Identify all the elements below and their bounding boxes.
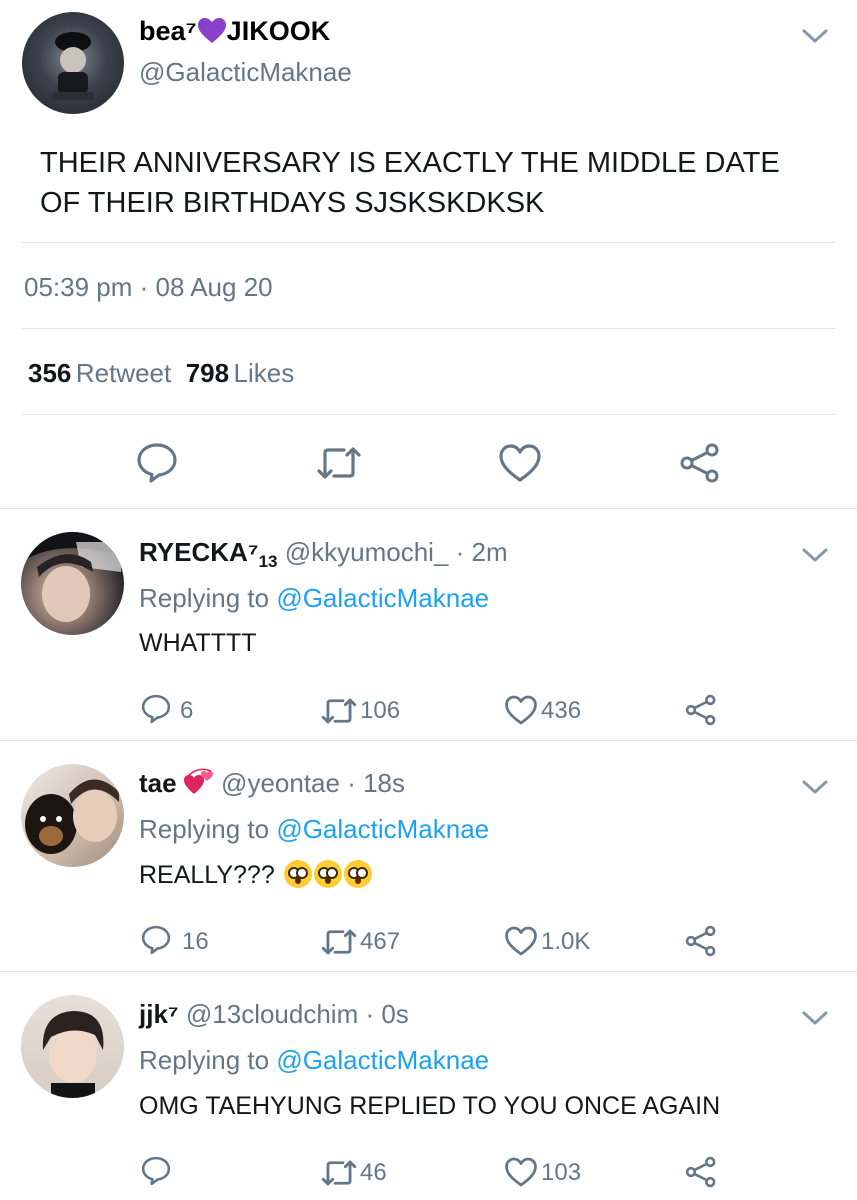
chevron-down-icon[interactable] <box>801 546 829 564</box>
like-count: 436 <box>541 697 582 724</box>
tweet-timestamp: 05:39 pm · 08 Aug 20 <box>24 272 273 302</box>
share-icon[interactable] <box>678 441 722 485</box>
reply-header: jjk⁷ @13cloudchim · 0s <box>139 999 409 1030</box>
reply-author-name-sub: 13 <box>258 552 278 572</box>
reply-count: 16 <box>182 928 209 955</box>
replying-to-handle-link[interactable]: @GalacticMaknae <box>276 1045 489 1075</box>
reply-handle-time[interactable]: @yeontae · 18s <box>221 768 405 798</box>
author-name-suffix: JIKOOK <box>226 16 331 46</box>
chevron-down-icon[interactable] <box>801 1009 829 1027</box>
like-icon[interactable] <box>504 1156 538 1188</box>
reply-text: OMG TAEHYUNG REPLIED TO YOU ONCE AGAIN <box>139 1092 721 1120</box>
retweet-icon[interactable] <box>320 1158 358 1188</box>
like-icon[interactable] <box>498 442 542 484</box>
reply-text: REALLY??? <box>139 860 372 890</box>
purple-heart-emoji <box>197 18 226 44</box>
chevron-down-icon[interactable] <box>801 778 829 796</box>
reply-text-content: REALLY??? <box>139 861 275 889</box>
tweet-text-line1: THEIR ANNIVERSARY IS EXACTLY THE MIDDLE … <box>40 147 780 179</box>
share-icon[interactable] <box>684 1155 718 1189</box>
author-name[interactable]: bea⁷ JIKOOK <box>139 16 330 47</box>
reply-text: WHATTTT <box>139 629 257 657</box>
reply-avatar[interactable] <box>21 995 124 1098</box>
revolving-hearts-emoji <box>183 768 214 796</box>
reply-icon[interactable] <box>135 442 179 484</box>
astonished-face-emoji <box>283 860 312 888</box>
replying-to: Replying to @GalacticMaknae <box>139 583 489 614</box>
reply-handle-time[interactable]: @kkyumochi_ · 2m <box>285 537 508 567</box>
reply-count: 6 <box>180 697 194 724</box>
astonished-face-emoji <box>313 860 342 888</box>
like-count[interactable]: 798 <box>186 358 229 388</box>
retweet-icon[interactable] <box>320 696 358 726</box>
reply-avatar[interactable] <box>21 764 124 867</box>
tweet-text-line2: OF THEIR BIRTHDAYS SJSKSKDKSK <box>40 187 545 219</box>
retweet-count[interactable]: 356 <box>28 358 71 388</box>
retweet-count: 46 <box>360 1159 387 1186</box>
retweet-icon[interactable] <box>320 927 358 957</box>
reply-handle-time[interactable]: @13cloudchim · 0s <box>186 999 409 1029</box>
reply-header: RYECKA⁷13 @kkyumochi_ · 2m <box>139 537 508 572</box>
share-icon[interactable] <box>684 924 718 958</box>
replying-to-handle-link[interactable]: @GalacticMaknae <box>276 814 489 844</box>
retweet-label[interactable]: Retweet <box>76 358 171 388</box>
reply-icon[interactable] <box>140 925 172 955</box>
reply-author-name[interactable]: jjk⁷ <box>139 999 179 1029</box>
divider <box>22 414 835 415</box>
tweet-text: THEIR ANNIVERSARY IS EXACTLY THE MIDDLE … <box>40 143 780 223</box>
replying-to-prefix: Replying to <box>139 814 270 844</box>
like-count: 103 <box>541 1159 582 1186</box>
replying-to-prefix: Replying to <box>139 1045 270 1075</box>
divider <box>22 328 835 329</box>
replying-to-handle-link[interactable]: @GalacticMaknae <box>276 583 489 613</box>
replying-to: Replying to @GalacticMaknae <box>139 814 489 845</box>
like-label[interactable]: Likes <box>234 358 295 388</box>
reply-icon[interactable] <box>140 694 172 724</box>
divider <box>0 740 857 741</box>
reply-avatar[interactable] <box>21 532 124 635</box>
author-name-text: bea⁷ <box>139 16 197 46</box>
like-icon[interactable] <box>504 925 538 957</box>
chevron-down-icon[interactable] <box>801 27 829 45</box>
divider <box>0 971 857 972</box>
retweet-icon[interactable] <box>315 444 363 482</box>
reply-icon[interactable] <box>140 1156 172 1186</box>
astonished-face-emoji <box>343 860 372 888</box>
replying-to-prefix: Replying to <box>139 583 270 613</box>
reply-author-name[interactable]: RYECKA⁷13 <box>139 537 277 571</box>
reply-header: tae @yeontae · 18s <box>139 768 405 799</box>
author-avatar[interactable] <box>22 12 124 114</box>
author-handle[interactable]: @GalacticMaknae <box>139 57 352 88</box>
retweet-count: 106 <box>360 697 401 724</box>
tweet-stats: 356 Retweet 798 Likes <box>28 358 294 389</box>
share-icon[interactable] <box>684 693 718 727</box>
replying-to: Replying to @GalacticMaknae <box>139 1045 489 1076</box>
reply-author-name-text: RYECKA⁷ <box>139 537 259 567</box>
divider <box>0 508 857 509</box>
divider <box>22 242 835 243</box>
retweet-count: 467 <box>360 928 401 955</box>
reply-author-name[interactable]: tae <box>139 768 177 798</box>
like-icon[interactable] <box>504 694 538 726</box>
like-count: 1.0K <box>541 928 591 955</box>
